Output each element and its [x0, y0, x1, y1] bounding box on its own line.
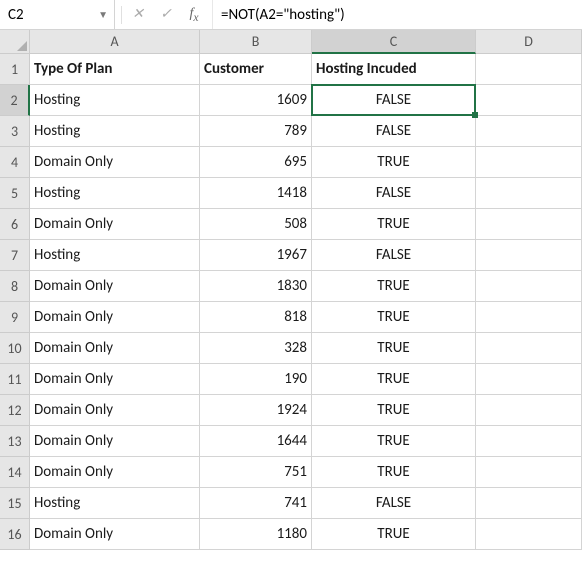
cell-D14[interactable] — [476, 457, 582, 488]
cell-A4[interactable]: Domain Only — [30, 147, 200, 178]
cell-B4[interactable]: 695 — [200, 147, 312, 178]
cell-D1[interactable] — [476, 54, 582, 85]
cell-C11[interactable]: TRUE — [312, 364, 476, 395]
cell-A12[interactable]: Domain Only — [30, 395, 200, 426]
cell-B5[interactable]: 1418 — [200, 178, 312, 209]
cell-C1[interactable]: Hosting Incuded — [312, 54, 476, 85]
cell-C13[interactable]: TRUE — [312, 426, 476, 457]
cell-B15[interactable]: 741 — [200, 488, 312, 519]
cell-A16[interactable]: Domain Only — [30, 519, 200, 550]
formula-input[interactable]: =NOT(A2="hosting") — [212, 0, 582, 29]
name-box[interactable]: C2 ▼ — [0, 0, 115, 29]
column-header-D[interactable]: D — [476, 30, 582, 54]
cell-B3[interactable]: 789 — [200, 116, 312, 147]
formula-bar-buttons: ✕ ✓ fx — [115, 0, 212, 29]
formula-bar: C2 ▼ ✕ ✓ fx =NOT(A2="hosting") — [0, 0, 582, 30]
row-header-2[interactable]: 2 — [0, 85, 30, 116]
cell-B9[interactable]: 818 — [200, 302, 312, 333]
cell-A2[interactable]: Hosting — [30, 85, 200, 116]
cell-B6[interactable]: 508 — [200, 209, 312, 240]
cell-A15[interactable]: Hosting — [30, 488, 200, 519]
cell-A5[interactable]: Hosting — [30, 178, 200, 209]
cell-D5[interactable] — [476, 178, 582, 209]
cell-D12[interactable] — [476, 395, 582, 426]
cell-D3[interactable] — [476, 116, 582, 147]
cell-C4[interactable]: TRUE — [312, 147, 476, 178]
cell-B10[interactable]: 328 — [200, 333, 312, 364]
cell-D9[interactable] — [476, 302, 582, 333]
cell-A3[interactable]: Hosting — [30, 116, 200, 147]
cell-D10[interactable] — [476, 333, 582, 364]
cell-A6[interactable]: Domain Only — [30, 209, 200, 240]
cell-B2[interactable]: 1609 — [200, 85, 312, 116]
cell-A11[interactable]: Domain Only — [30, 364, 200, 395]
cell-B14[interactable]: 751 — [200, 457, 312, 488]
row-header-12[interactable]: 12 — [0, 395, 30, 426]
cell-C7[interactable]: FALSE — [312, 240, 476, 271]
cell-C3[interactable]: FALSE — [312, 116, 476, 147]
row-header-15[interactable]: 15 — [0, 488, 30, 519]
row-header-3[interactable]: 3 — [0, 116, 30, 147]
cell-C16[interactable]: TRUE — [312, 519, 476, 550]
spreadsheet-grid: ABCD 1Type Of PlanCustomerHosting Incuded… — [0, 30, 582, 550]
cell-B8[interactable]: 1830 — [200, 271, 312, 302]
cell-C5[interactable]: FALSE — [312, 178, 476, 209]
row-header-13[interactable]: 13 — [0, 426, 30, 457]
cell-D6[interactable] — [476, 209, 582, 240]
column-header-B[interactable]: B — [200, 30, 312, 54]
cell-C6[interactable]: TRUE — [312, 209, 476, 240]
row-header-10[interactable]: 10 — [0, 333, 30, 364]
fx-icon[interactable]: fx — [180, 6, 208, 24]
cell-D16[interactable] — [476, 519, 582, 550]
cancel-icon[interactable]: ✕ — [124, 6, 152, 23]
cell-C10[interactable]: TRUE — [312, 333, 476, 364]
separator — [121, 6, 122, 24]
cell-A9[interactable]: Domain Only — [30, 302, 200, 333]
cell-C2[interactable]: FALSE — [312, 85, 476, 116]
column-header-A[interactable]: A — [30, 30, 200, 54]
column-header-C[interactable]: C — [312, 30, 476, 54]
cell-B11[interactable]: 190 — [200, 364, 312, 395]
row-header-1[interactable]: 1 — [0, 54, 30, 85]
cell-B16[interactable]: 1180 — [200, 519, 312, 550]
row-header-9[interactable]: 9 — [0, 302, 30, 333]
cell-B1[interactable]: Customer — [200, 54, 312, 85]
cell-A1[interactable]: Type Of Plan — [30, 54, 200, 85]
name-box-value: C2 — [8, 6, 24, 24]
row-header-11[interactable]: 11 — [0, 364, 30, 395]
select-all-corner[interactable] — [0, 30, 30, 54]
cell-B7[interactable]: 1967 — [200, 240, 312, 271]
row-header-7[interactable]: 7 — [0, 240, 30, 271]
chevron-down-icon[interactable]: ▼ — [98, 8, 108, 21]
cell-D13[interactable] — [476, 426, 582, 457]
cell-D11[interactable] — [476, 364, 582, 395]
cell-D7[interactable] — [476, 240, 582, 271]
cell-C9[interactable]: TRUE — [312, 302, 476, 333]
cell-B13[interactable]: 1644 — [200, 426, 312, 457]
row-header-4[interactable]: 4 — [0, 147, 30, 178]
fill-handle[interactable] — [472, 112, 478, 118]
cell-C15[interactable]: FALSE — [312, 488, 476, 519]
row-header-16[interactable]: 16 — [0, 519, 30, 550]
cell-C12[interactable]: TRUE — [312, 395, 476, 426]
formula-text: =NOT(A2="hosting") — [221, 6, 345, 24]
row-header-6[interactable]: 6 — [0, 209, 30, 240]
enter-icon[interactable]: ✓ — [152, 6, 180, 23]
cell-B12[interactable]: 1924 — [200, 395, 312, 426]
cell-A10[interactable]: Domain Only — [30, 333, 200, 364]
cell-A13[interactable]: Domain Only — [30, 426, 200, 457]
cell-A14[interactable]: Domain Only — [30, 457, 200, 488]
row-header-5[interactable]: 5 — [0, 178, 30, 209]
cell-A8[interactable]: Domain Only — [30, 271, 200, 302]
cell-D4[interactable] — [476, 147, 582, 178]
cell-A7[interactable]: Hosting — [30, 240, 200, 271]
cell-D8[interactable] — [476, 271, 582, 302]
row-header-14[interactable]: 14 — [0, 457, 30, 488]
cell-C8[interactable]: TRUE — [312, 271, 476, 302]
cell-C14[interactable]: TRUE — [312, 457, 476, 488]
row-header-8[interactable]: 8 — [0, 271, 30, 302]
cell-D2[interactable] — [476, 85, 582, 116]
cell-D15[interactable] — [476, 488, 582, 519]
